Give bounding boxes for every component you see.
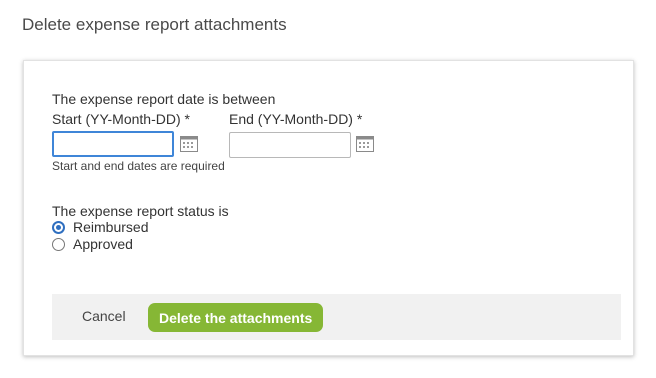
- calendar-icon[interactable]: [180, 136, 198, 152]
- page-title: Delete expense report attachments: [22, 15, 287, 34]
- status-heading: The expense report status is: [52, 203, 229, 219]
- delete-attachments-button[interactable]: Delete the attachments: [148, 303, 324, 332]
- status-option-label: Approved: [73, 236, 133, 252]
- dialog-footer: Cancel Delete the attachments: [52, 294, 621, 340]
- date-required-hint: Start and end dates are required: [52, 159, 225, 173]
- end-date-label: End (YY-Month-DD) *: [229, 111, 363, 127]
- start-date-label: Start (YY-Month-DD) *: [52, 111, 190, 127]
- radio-button-selected[interactable]: [52, 220, 65, 234]
- end-date-input[interactable]: [229, 132, 351, 158]
- start-date-input[interactable]: [52, 131, 174, 157]
- status-option-approved[interactable]: Approved: [52, 235, 133, 253]
- radio-button[interactable]: [52, 237, 65, 251]
- page: Delete expense report attachments The ex…: [0, 0, 656, 378]
- cancel-button[interactable]: Cancel: [72, 306, 136, 326]
- status-option-reimbursed[interactable]: Reimbursed: [52, 218, 148, 236]
- delete-attachments-dialog: The expense report date is between Start…: [23, 60, 634, 356]
- status-option-label: Reimbursed: [73, 219, 149, 235]
- calendar-icon[interactable]: [356, 136, 374, 152]
- date-range-heading: The expense report date is between: [52, 91, 276, 107]
